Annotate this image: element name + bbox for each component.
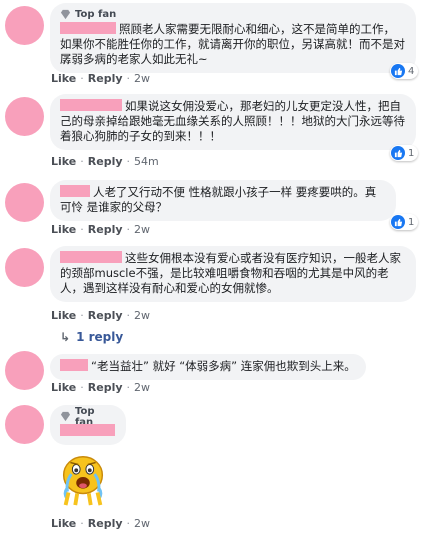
timestamp[interactable]: 54m: [134, 155, 159, 168]
comment-text: 照顾老人家需要无限耐心和细心，这不是简单的工作，如果你不能胜任你的工作，就请离开…: [60, 22, 405, 66]
reply-link[interactable]: Reply: [88, 517, 123, 530]
comment-text: 如果说这女佣没爱心，那老妇的儿女更定没人性，把自己的母亲掉给跟她毫无血缘关系的人…: [60, 99, 405, 143]
timestamp[interactable]: 2w: [134, 517, 150, 530]
comment-actions: Like · Reply · 2w: [51, 72, 151, 85]
crying-emoji-icon: [62, 456, 104, 506]
comment-actions: Like · Reply · 2w: [51, 517, 151, 530]
diamond-icon: [60, 9, 71, 20]
comment-actions: Like · Reply · 2w: [51, 381, 151, 394]
timestamp[interactable]: 2w: [134, 381, 150, 394]
timestamp[interactable]: 2w: [134, 223, 150, 236]
like-link[interactable]: Like: [51, 155, 76, 168]
timestamp[interactable]: 2w: [134, 309, 150, 322]
reaction-count[interactable]: 1: [390, 214, 419, 230]
comment-actions: Like · Reply · 2w: [51, 223, 151, 236]
redacted-name: [60, 99, 122, 111]
reaction-count[interactable]: 1: [390, 145, 419, 161]
reply-link[interactable]: Reply: [88, 155, 123, 168]
reply-link[interactable]: Reply: [88, 309, 123, 322]
redacted-name: [60, 424, 115, 436]
like-thumb-icon: [391, 146, 405, 160]
comment-bubble: Top fan: [50, 405, 126, 445]
redacted-name: [60, 22, 116, 34]
avatar[interactable]: [5, 183, 44, 222]
comment-bubble: Top fan 照顾老人家需要无限耐心和细心，这不是简单的工作，如果你不能胜任你…: [50, 3, 416, 73]
diamond-icon: [60, 411, 71, 422]
top-fan-badge: Top fan: [60, 406, 116, 428]
like-link[interactable]: Like: [51, 381, 76, 394]
like-link[interactable]: Like: [51, 223, 76, 236]
reply-link[interactable]: Reply: [88, 381, 123, 394]
like-link[interactable]: Like: [51, 309, 76, 322]
like-link[interactable]: Like: [51, 72, 76, 85]
comment-actions: Like · Reply · 54m: [51, 155, 159, 168]
comment-bubble: “老当益壮” 就好 “体弱多病” 连家佣也欺到头上来。: [50, 354, 366, 380]
avatar[interactable]: [5, 405, 44, 444]
avatar[interactable]: [5, 97, 44, 136]
reply-link[interactable]: Reply: [88, 223, 123, 236]
top-fan-badge: Top fan: [60, 8, 406, 21]
comment-text: 人老了又行动不便 性格就跟小孩子一样 要疼要哄的。真可怜 是谁家的父母？: [60, 185, 377, 214]
avatar[interactable]: [5, 248, 44, 287]
redacted-name: [60, 359, 88, 371]
view-replies-link[interactable]: ↳ 1 reply: [60, 330, 123, 344]
comment-bubble: 如果说这女佣没爱心，那老妇的儿女更定没人性，把自己的母亲掉给跟她毫无血缘关系的人…: [50, 94, 416, 150]
top-fan-label: Top fan: [75, 9, 117, 20]
comment-text: [60, 424, 116, 439]
redacted-name: [60, 185, 90, 197]
like-thumb-icon: [391, 215, 405, 229]
comment-bubble: 这些女佣根本没有爱心或者没有医疗知识，一般老人家的颈部muscle不强，是比较难…: [50, 246, 416, 302]
redacted-name: [60, 251, 122, 263]
avatar[interactable]: [5, 6, 44, 45]
reply-link[interactable]: Reply: [88, 72, 123, 85]
reaction-count[interactable]: 4: [390, 63, 419, 79]
like-thumb-icon: [391, 64, 405, 78]
comment-text: 这些女佣根本没有爱心或者没有医疗知识，一般老人家的颈部muscle不强，是比较难…: [60, 251, 401, 295]
timestamp[interactable]: 2w: [134, 72, 150, 85]
avatar[interactable]: [5, 351, 44, 390]
reply-arrow-icon: ↳: [60, 330, 71, 344]
comment-actions: Like · Reply · 2w: [51, 309, 151, 322]
comment-bubble: 人老了又行动不便 性格就跟小孩子一样 要疼要哄的。真可怜 是谁家的父母？: [50, 180, 396, 221]
like-link[interactable]: Like: [51, 517, 76, 530]
comment-text: “老当益壮” 就好 “体弱多病” 连家佣也欺到头上来。: [60, 359, 356, 374]
